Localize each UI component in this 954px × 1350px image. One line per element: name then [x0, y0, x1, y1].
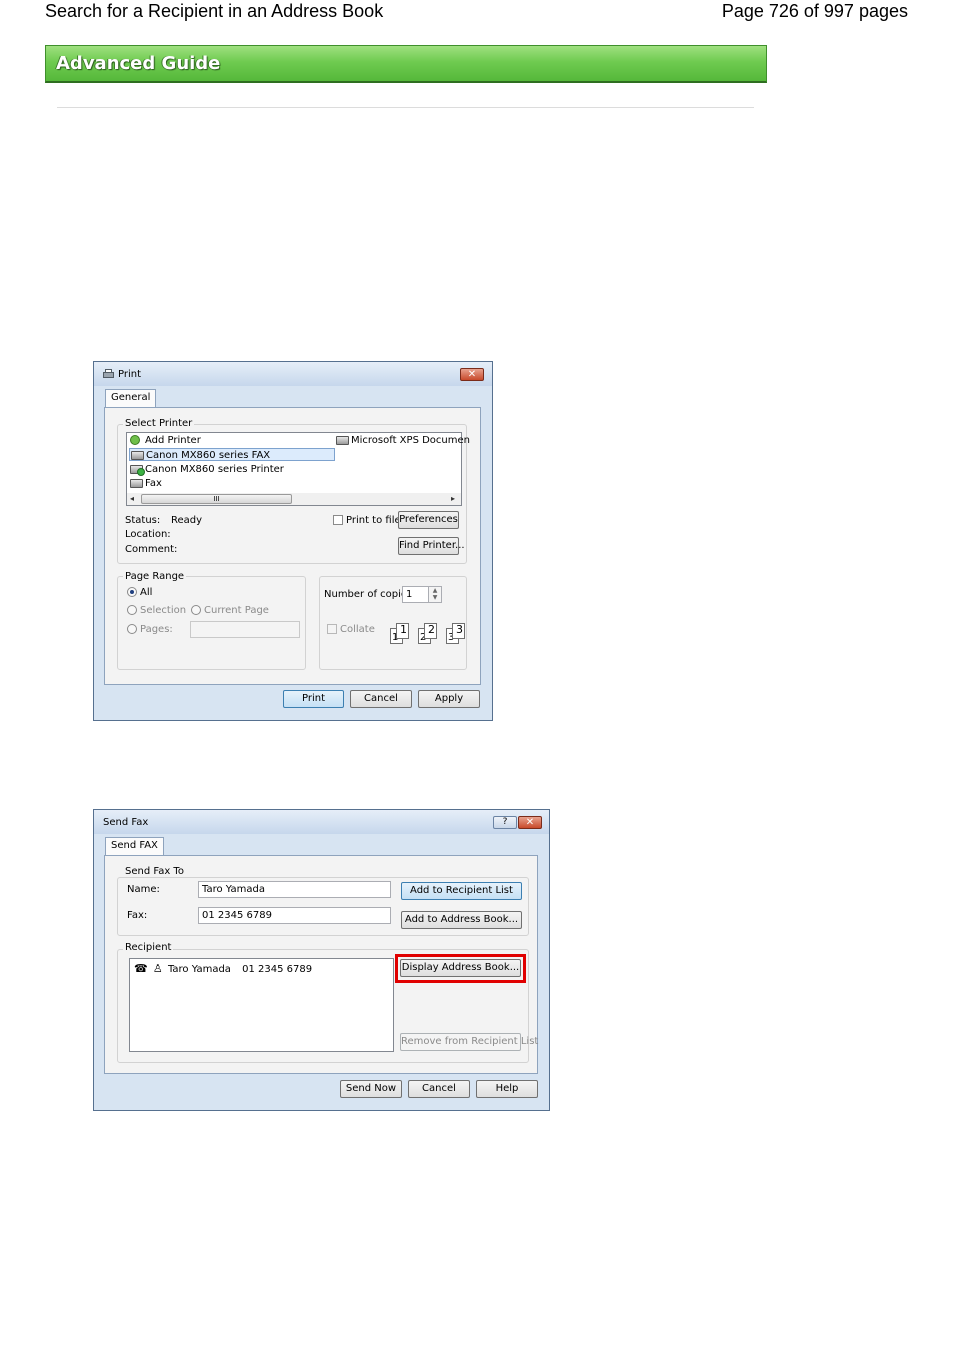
- name-label: Name:: [127, 884, 160, 895]
- send-now-button[interactable]: Send Now: [340, 1080, 402, 1098]
- printer-item-canon-printer[interactable]: Canon MX860 series Printer: [129, 463, 284, 476]
- close-icon[interactable]: ✕: [460, 368, 484, 381]
- collate-page-number: 2: [428, 623, 435, 636]
- collate-label: Collate: [340, 624, 375, 635]
- recipient-label: Recipient: [123, 942, 174, 953]
- print-dialog-title: Print: [118, 369, 142, 380]
- highlight-box: [395, 954, 526, 983]
- scroll-left-icon[interactable]: ◂: [130, 493, 134, 505]
- printer-list[interactable]: Add Printer Canon MX860 series FAX Canon…: [126, 432, 470, 506]
- page-range-label: Page Range: [123, 571, 187, 582]
- send-fax-dialog: Send Fax ? ✕ Send FAX Send Fax To Name: …: [93, 809, 550, 1111]
- add-printer-icon: [130, 435, 140, 445]
- print-to-file-label: Print to file: [346, 515, 401, 526]
- help-icon[interactable]: ?: [493, 816, 517, 829]
- cancel-button[interactable]: Cancel: [408, 1080, 470, 1098]
- advanced-guide-banner: Advanced Guide: [45, 45, 767, 83]
- add-to-address-book-button[interactable]: Add to Address Book...: [401, 911, 522, 929]
- current-page-label: Current Page: [204, 605, 269, 616]
- close-icon[interactable]: ✕: [518, 816, 542, 829]
- copies-spinner[interactable]: ▲ ▼: [428, 586, 442, 603]
- printer-item-fax[interactable]: Fax: [129, 477, 162, 490]
- divider: [57, 107, 754, 108]
- add-to-recipient-list-button[interactable]: Add to Recipient List: [401, 882, 522, 900]
- document-title: Search for a Recipient in an Address Boo…: [45, 1, 384, 21]
- collate-page-icon: 1: [396, 623, 409, 639]
- cancel-button[interactable]: Cancel: [350, 690, 412, 708]
- help-button[interactable]: Help: [476, 1080, 538, 1098]
- page-indicator: Page 726 of 997 pages: [721, 1, 908, 21]
- pages-radio[interactable]: [127, 624, 137, 634]
- find-printer-button[interactable]: Find Printer...: [398, 537, 465, 555]
- person-icon: ♙: [152, 962, 163, 975]
- fax-icon: [130, 479, 143, 488]
- tab-send-fax[interactable]: Send FAX: [105, 837, 164, 855]
- remove-from-recipient-list-button[interactable]: Remove from Recipient List: [400, 1033, 538, 1051]
- pages-input[interactable]: [190, 621, 300, 638]
- send-fax-titlebar: Send Fax ? ✕: [94, 810, 549, 834]
- current-page-radio[interactable]: [191, 605, 201, 615]
- collate-checkbox[interactable]: [327, 624, 337, 634]
- selection-label: Selection: [140, 605, 187, 616]
- location-label: Location:: [125, 529, 171, 540]
- collate-page-number: 3: [456, 623, 463, 636]
- print-button[interactable]: Print: [283, 690, 344, 708]
- collate-page-icon: 3: [452, 623, 465, 639]
- tab-general-label: General: [111, 392, 151, 403]
- printer-default-icon: [130, 465, 145, 476]
- recipient-list[interactable]: ☎ ♙ Taro Yamada 01 2345 6789: [129, 958, 394, 1052]
- tab-send-fax-label: Send FAX: [111, 840, 158, 851]
- printer-item-add[interactable]: Add Printer: [129, 434, 201, 447]
- apply-button[interactable]: Apply: [418, 690, 480, 708]
- print-to-file-checkbox[interactable]: [333, 515, 343, 525]
- scroll-right-icon[interactable]: ▸: [451, 493, 455, 505]
- xps-printer-icon: [336, 436, 349, 445]
- printer-item-canon-fax[interactable]: Canon MX860 series FAX: [129, 448, 335, 461]
- printer-icon: [102, 369, 115, 380]
- scroll-thumb-grip: III: [213, 495, 220, 503]
- all-radio[interactable]: [127, 587, 137, 597]
- fax-printer-icon: [131, 451, 144, 460]
- status-label: Status:: [125, 515, 161, 526]
- collate-page-number: 1: [400, 623, 407, 636]
- send-fax-title: Send Fax: [103, 817, 149, 828]
- printer-item-label: Canon MX860 series FAX: [146, 450, 271, 461]
- scroll-thumb[interactable]: III: [141, 494, 292, 504]
- collate-page-icon: 2: [424, 623, 437, 639]
- send-fax-to-label: Send Fax To: [123, 866, 186, 877]
- name-input[interactable]: Taro Yamada: [198, 881, 391, 898]
- selection-radio[interactable]: [127, 605, 137, 615]
- printer-item-label: Microsoft XPS Documen: [351, 435, 470, 446]
- recipient-name: Taro Yamada: [167, 964, 231, 975]
- printer-list-scrollbar[interactable]: ◂ III ▸: [127, 493, 461, 505]
- status-value: Ready: [171, 515, 203, 526]
- printer-item-label: Fax: [145, 478, 162, 489]
- recipient-fax: 01 2345 6789: [242, 964, 313, 975]
- pages-label: Pages:: [140, 624, 173, 635]
- preferences-button[interactable]: Preferences: [398, 511, 459, 529]
- fax-phone-icon: ☎: [134, 962, 148, 975]
- comment-label: Comment:: [125, 544, 178, 555]
- all-label: All: [140, 587, 153, 598]
- fax-input[interactable]: 01 2345 6789: [198, 907, 391, 924]
- printer-item-label: Add Printer: [145, 435, 201, 446]
- select-printer-label: Select Printer: [123, 418, 195, 429]
- print-dialog: Print ✕ General Select Printer Add Print…: [93, 361, 493, 721]
- recipient-row[interactable]: ☎ ♙ Taro Yamada 01 2345 6789: [134, 962, 312, 975]
- copies-input[interactable]: 1: [402, 586, 429, 603]
- tab-general[interactable]: General: [105, 389, 157, 407]
- fax-label: Fax:: [127, 910, 148, 921]
- print-dialog-titlebar: Print ✕: [94, 362, 492, 386]
- printer-item-xps[interactable]: Microsoft XPS Documen: [335, 434, 470, 447]
- printer-item-label: Canon MX860 series Printer: [145, 464, 284, 475]
- banner-label: Advanced Guide: [56, 53, 221, 74]
